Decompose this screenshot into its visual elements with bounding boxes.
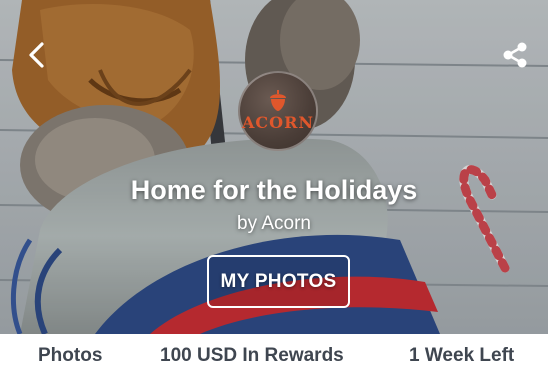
stat-time-left: 1 Week Left: [409, 345, 515, 366]
brand-logo-text: ACORN: [241, 113, 314, 132]
share-icon: [503, 42, 527, 68]
challenge-byline: by Acorn: [237, 213, 311, 234]
share-button[interactable]: [498, 38, 532, 72]
stat-photos[interactable]: Photos: [38, 345, 102, 367]
acorn-icon: [270, 90, 286, 111]
challenge-stats-bar: Photos 100 USD In Rewards 1 Week Left: [0, 334, 548, 377]
chevron-left-icon: [29, 42, 44, 68]
hero-banner: ACORN Home for the Holidays by Acorn MY …: [0, 0, 548, 334]
stat-rewards: 100 USD In Rewards: [160, 345, 344, 366]
back-button[interactable]: [22, 38, 50, 72]
my-photos-button[interactable]: MY PHOTOS: [207, 255, 350, 308]
brand-logo: ACORN: [238, 71, 318, 151]
challenge-title: Home for the Holidays: [130, 175, 418, 205]
